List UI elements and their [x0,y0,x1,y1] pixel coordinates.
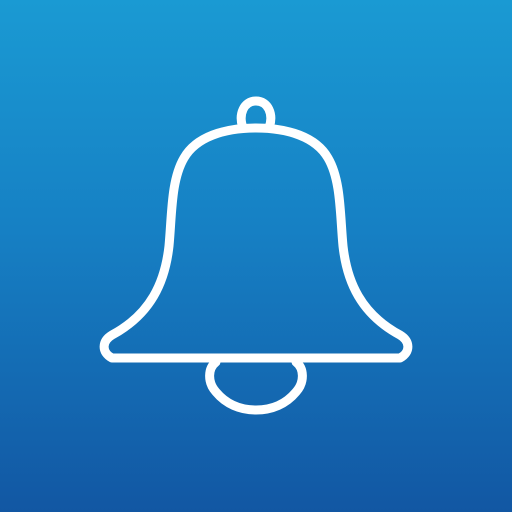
bell-body [99,123,413,363]
bell-clapper [205,357,307,415]
notification-app-icon[interactable] [0,0,512,512]
bell-icon [99,96,413,415]
